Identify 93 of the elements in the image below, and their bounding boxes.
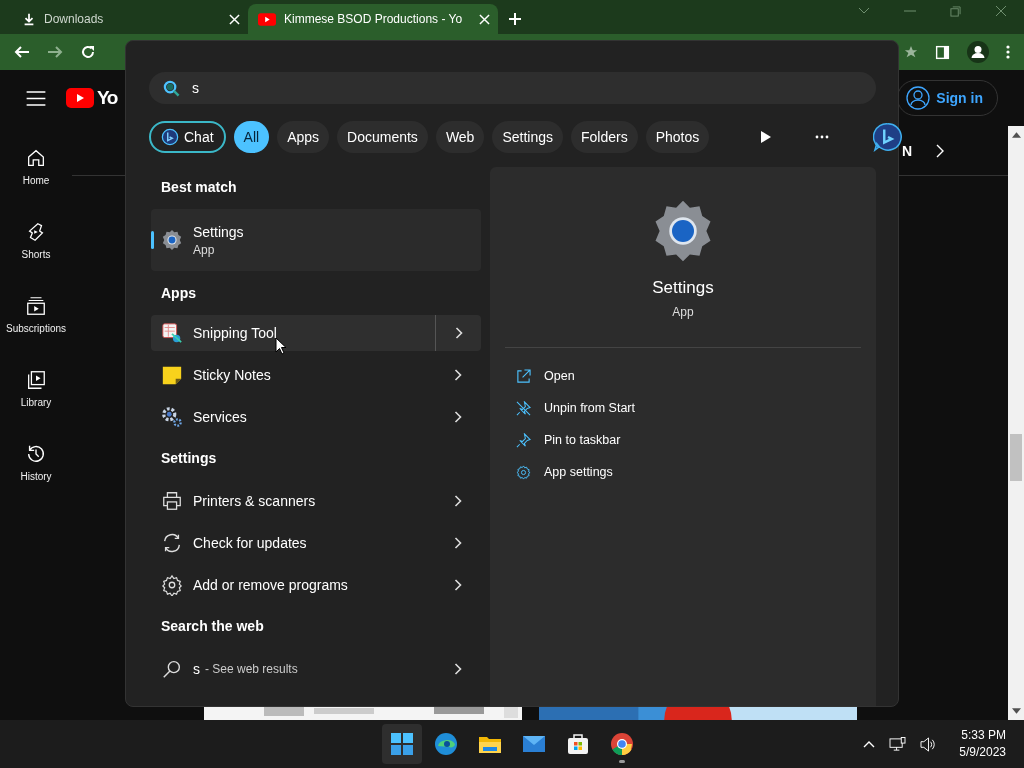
snipping-icon: [161, 322, 183, 344]
side-panel-icon[interactable]: [935, 44, 950, 60]
result-item[interactable]: Settings App: [151, 209, 481, 271]
taskbar-app[interactable]: [382, 724, 422, 764]
chevron-right-icon: [454, 327, 463, 339]
library-icon: [25, 369, 47, 391]
app-type: App: [672, 305, 694, 319]
filter-chip[interactable]: Folders: [571, 121, 638, 153]
more-vertical-icon[interactable]: [1006, 45, 1010, 59]
result-item[interactable]: s - See web results: [151, 648, 481, 690]
clock[interactable]: 5:33 PM 5/9/2023: [959, 727, 1006, 761]
section-heading: Search the web: [160, 617, 265, 636]
search-icon: [163, 79, 180, 97]
printer-icon: [161, 490, 183, 512]
gear-icon: [516, 464, 531, 480]
sidebar-item[interactable]: Home: [0, 147, 72, 221]
play-logo-icon: [258, 12, 276, 26]
user-icon: [906, 86, 931, 110]
chevron-down-icon[interactable]: [858, 7, 870, 15]
action-item[interactable]: Pin to taskbar: [490, 424, 876, 456]
section-heading: Apps: [160, 284, 197, 303]
restore-icon[interactable]: [950, 5, 961, 17]
sidebar-item[interactable]: History: [0, 443, 72, 517]
action-item[interactable]: Open: [490, 360, 876, 392]
action-item[interactable]: App settings: [490, 456, 876, 488]
profile-icon[interactable]: [967, 41, 989, 63]
chevron-right-icon: [454, 411, 462, 423]
result-item[interactable]: Snipping Tool: [151, 315, 481, 351]
scroll-down-icon[interactable]: [1011, 708, 1021, 714]
chevron-right-icon: [454, 579, 462, 591]
search-icon: [161, 658, 183, 680]
browser-icon: [610, 732, 634, 756]
scrollbar-thumb[interactable]: [1010, 434, 1022, 481]
result-item[interactable]: Services: [151, 396, 481, 438]
browser-tab[interactable]: Kimmese BSOD Productions - Yo: [248, 4, 498, 34]
browser-icon: [434, 732, 458, 756]
result-item[interactable]: Check for updates: [151, 522, 481, 564]
section-heading: Best match: [160, 178, 238, 197]
filter-chip[interactable]: Apps: [277, 121, 330, 153]
scroll-up-icon[interactable]: [1011, 132, 1021, 138]
result-item[interactable]: Sticky Notes: [151, 354, 481, 396]
forward-icon[interactable]: [47, 44, 63, 60]
play-logo-icon[interactable]: [66, 88, 94, 108]
chevron-up-icon[interactable]: [863, 740, 876, 748]
logo-text[interactable]: Yo: [97, 87, 117, 109]
chevron-right-icon: [454, 537, 462, 549]
filter-chip[interactable]: Photos: [645, 121, 710, 153]
filter-chip[interactable]: Chat: [149, 121, 226, 153]
history-icon: [25, 443, 47, 465]
play-icon[interactable]: [761, 131, 772, 143]
chevron-right-icon: [454, 369, 462, 381]
four-squares-icon: [390, 732, 414, 756]
result-item[interactable]: Add or remove programs: [151, 564, 481, 606]
cursor-icon: [275, 337, 287, 355]
filter-chip[interactable]: Documents: [337, 121, 428, 153]
browser-tab[interactable]: Downloads: [8, 4, 248, 34]
gears-icon: [161, 406, 183, 428]
result-item[interactable]: Printers & scanners: [151, 480, 481, 522]
shopping-bag-icon: [566, 732, 590, 756]
speaker-icon[interactable]: [920, 736, 938, 752]
chevron-right-icon[interactable]: [936, 143, 944, 158]
chip-text[interactable]: N: [901, 142, 912, 159]
filter-chip[interactable]: Web: [435, 121, 485, 153]
chevron-right-icon: [454, 663, 462, 675]
gear-icon: [161, 574, 183, 596]
back-icon[interactable]: [14, 44, 30, 60]
pin-icon: [516, 432, 531, 448]
star-icon[interactable]: [904, 45, 918, 59]
refresh-icon: [161, 532, 183, 554]
search-field[interactable]: s: [149, 72, 876, 104]
section-heading: Settings: [160, 449, 218, 468]
chevron-right-icon: [454, 495, 462, 507]
network-icon[interactable]: [889, 736, 907, 752]
sidebar-item[interactable]: Shorts: [0, 221, 72, 295]
reload-icon[interactable]: [80, 44, 96, 60]
open-icon: [516, 368, 531, 384]
menu-icon[interactable]: [26, 90, 46, 106]
plus-icon[interactable]: [508, 12, 522, 26]
action-item[interactable]: Unpin from Start: [490, 392, 876, 424]
filter-chip[interactable]: All: [233, 121, 270, 153]
sticky-note-icon: [161, 364, 183, 386]
sidebar-item[interactable]: Subscriptions: [0, 295, 72, 369]
subscriptions-icon: [25, 295, 47, 317]
chat-bubble-icon[interactable]: [873, 122, 904, 152]
app-title: Settings: [652, 278, 714, 298]
download-icon: [22, 12, 36, 26]
filter-chip[interactable]: Settings: [492, 121, 563, 153]
house-icon: [25, 147, 47, 169]
more-icon[interactable]: [815, 135, 830, 139]
sidebar-item[interactable]: Library: [0, 369, 72, 443]
unpin-icon: [516, 400, 531, 416]
chat-bubble-icon: [161, 128, 179, 146]
gear-icon: [161, 229, 183, 251]
